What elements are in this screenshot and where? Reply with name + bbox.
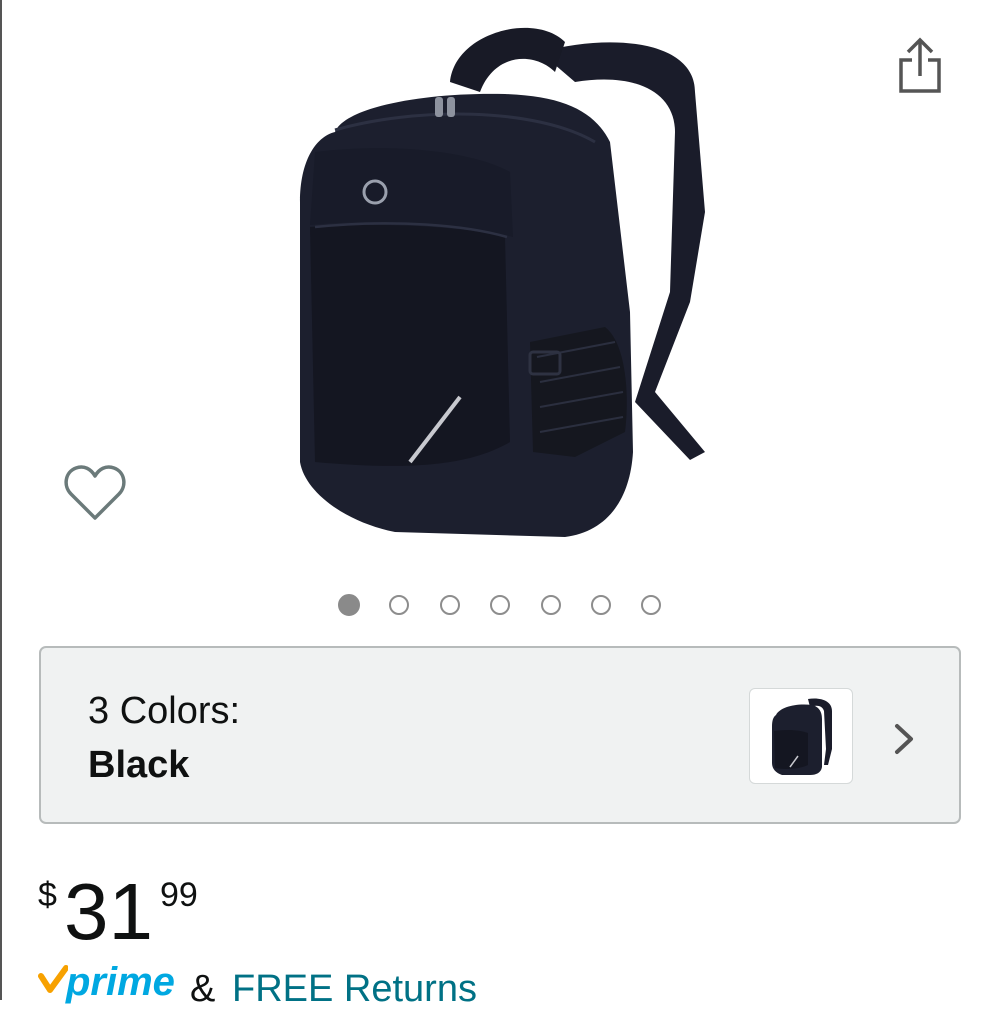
variation-label: 3 Colors: [88,690,241,732]
share-button[interactable] [893,35,947,95]
carousel-dot-4[interactable] [490,595,510,615]
free-returns-link[interactable]: FREE Returns [232,968,477,1011]
chevron-right-icon[interactable] [889,722,919,756]
color-variation-selector[interactable]: 3 Colors: Black [39,646,961,824]
backpack-illustration [300,27,705,537]
shipping-connector: & [190,968,216,1010]
carousel-dot-3[interactable] [440,595,460,615]
variation-thumbnail[interactable] [749,688,853,784]
price-whole: 31 [64,867,153,956]
selected-color: Black [88,744,190,786]
price-fraction: 99 [160,876,198,914]
wishlist-button[interactable] [62,462,128,524]
carousel-dot-5[interactable] [541,595,561,615]
left-edge-divider [0,0,2,1000]
carousel-dot-1[interactable] [338,594,360,616]
price-currency: $ [38,876,57,914]
image-carousel-indicators [0,594,1000,620]
carousel-dot-2[interactable] [389,595,409,615]
carousel-dot-7[interactable] [641,595,661,615]
heart-outline-icon [64,465,126,520]
prime-check-icon [38,965,68,993]
prime-badge: prime [66,960,175,1004]
share-icon [899,37,941,93]
product-image[interactable] [275,12,735,552]
backpack-thumbnail-image [772,698,832,775]
carousel-dot-6[interactable] [591,595,611,615]
